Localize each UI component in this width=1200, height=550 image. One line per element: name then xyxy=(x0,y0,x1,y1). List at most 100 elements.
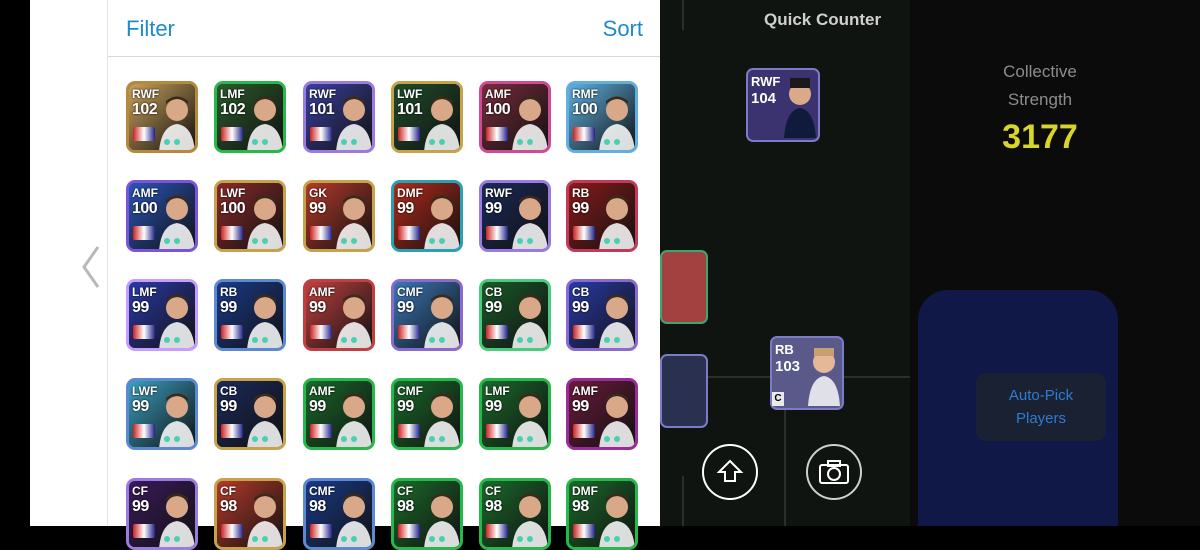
filter-button[interactable]: Filter xyxy=(126,16,175,42)
field-player-card-partial[interactable] xyxy=(660,250,708,324)
position-label: RMF xyxy=(572,87,598,101)
player-card[interactable]: CMF 98 xyxy=(303,478,375,550)
player-selection-panel: Filter Sort RWF 102 LMF 102 RWF 101 LWF 101 AMF 1… xyxy=(107,0,661,550)
rating-label: 99 xyxy=(309,398,326,415)
rating-label: 99 xyxy=(309,299,326,316)
player-card[interactable]: RWF 102 xyxy=(126,81,198,153)
player-card[interactable]: CF 98 xyxy=(214,478,286,550)
flag-badge xyxy=(573,424,595,438)
player-card[interactable]: LWF 100 xyxy=(214,180,286,252)
flag-badge xyxy=(221,424,243,438)
skill-dots-icon xyxy=(341,337,357,343)
field-player-card[interactable]: RWF 104 xyxy=(746,68,820,142)
position-label: LMF xyxy=(132,285,157,299)
flag-badge xyxy=(133,226,155,240)
chevron-left-icon[interactable] xyxy=(78,243,102,291)
position-label: CF xyxy=(485,484,501,498)
upload-button[interactable] xyxy=(702,444,758,500)
position-label: RB xyxy=(775,342,794,357)
player-card[interactable]: GK 99 xyxy=(303,180,375,252)
field-player-card-partial[interactable] xyxy=(660,354,708,428)
formation-title: Quick Counter xyxy=(764,10,882,29)
player-card[interactable]: AMF 100 xyxy=(126,180,198,252)
player-card[interactable]: CF 99 xyxy=(126,478,198,550)
player-card[interactable]: DMF 99 xyxy=(391,180,463,252)
player-card[interactable]: LMF 99 xyxy=(126,279,198,351)
player-card[interactable]: RWF 99 xyxy=(479,180,551,252)
position-label: CMF xyxy=(397,384,423,398)
flag-badge xyxy=(573,127,595,141)
flag-badge xyxy=(310,424,332,438)
camera-button[interactable] xyxy=(806,444,862,500)
rating-label: 99 xyxy=(397,200,414,217)
skill-dots-icon xyxy=(341,436,357,442)
flag-badge xyxy=(486,424,508,438)
rating-label: 98 xyxy=(485,498,502,515)
player-card[interactable]: CF 98 xyxy=(479,478,551,550)
flag-badge xyxy=(486,127,508,141)
rating-label: 99 xyxy=(132,398,149,415)
player-card[interactable]: LWF 101 xyxy=(391,81,463,153)
auto-pick-players-button[interactable]: Auto-Pick Players xyxy=(976,373,1106,441)
skill-dots-icon xyxy=(164,139,180,145)
rating-label: 100 xyxy=(572,101,598,118)
autopick-line1: Auto-Pick xyxy=(1008,387,1074,404)
player-card[interactable]: RB 99 xyxy=(566,180,638,252)
player-card[interactable]: RB 99 xyxy=(214,279,286,351)
player-card[interactable]: AMF 100 xyxy=(479,81,551,153)
rating-label: 99 xyxy=(220,299,237,316)
skill-dots-icon xyxy=(252,238,268,244)
player-card[interactable]: LWF 99 xyxy=(126,378,198,450)
skill-dots-icon xyxy=(429,238,445,244)
player-card[interactable]: AMF 99 xyxy=(303,378,375,450)
position-label: AMF xyxy=(132,186,158,200)
player-card[interactable]: AMF 99 xyxy=(303,279,375,351)
rating-label: 99 xyxy=(132,498,149,515)
collective-strength-value: 3177 xyxy=(1002,118,1078,156)
skill-dots-icon xyxy=(252,337,268,343)
position-label: LWF xyxy=(220,186,246,200)
flag-badge xyxy=(133,424,155,438)
skill-dots-icon xyxy=(164,536,180,542)
flag-badge xyxy=(221,226,243,240)
position-label: AMF xyxy=(309,285,335,299)
skill-dots-icon xyxy=(252,536,268,542)
skill-dots-icon xyxy=(604,436,620,442)
player-card[interactable]: CB 99 xyxy=(214,378,286,450)
camera-icon xyxy=(819,460,849,484)
player-card[interactable]: CMF 99 xyxy=(391,279,463,351)
position-label: CB xyxy=(485,285,503,299)
player-card[interactable]: AMF 99 xyxy=(566,378,638,450)
sort-button[interactable]: Sort xyxy=(603,16,643,42)
rating-label: 99 xyxy=(397,398,414,415)
flag-badge xyxy=(310,325,332,339)
skill-dots-icon xyxy=(164,436,180,442)
player-card[interactable]: LMF 102 xyxy=(214,81,286,153)
rating-label: 103 xyxy=(775,358,801,375)
player-card[interactable]: CF 98 xyxy=(391,478,463,550)
player-card[interactable]: CMF 99 xyxy=(391,378,463,450)
flag-badge xyxy=(133,127,155,141)
skill-dots-icon xyxy=(341,536,357,542)
position-label: DMF xyxy=(397,186,423,200)
flag-badge xyxy=(398,127,420,141)
skill-dots-icon xyxy=(164,337,180,343)
skill-dots-icon xyxy=(517,436,533,442)
rating-label: 99 xyxy=(220,398,237,415)
player-card[interactable]: DMF 98 xyxy=(566,478,638,550)
position-label: RWF xyxy=(132,87,160,101)
flag-badge xyxy=(133,325,155,339)
player-card[interactable]: RWF 101 xyxy=(303,81,375,153)
position-label: CF xyxy=(132,484,148,498)
player-card[interactable]: CB 99 xyxy=(479,279,551,351)
position-label: DMF xyxy=(572,484,598,498)
position-label: RWF xyxy=(751,74,781,89)
skill-dots-icon xyxy=(604,238,620,244)
field-line xyxy=(682,0,684,30)
position-label: AMF xyxy=(572,384,598,398)
position-label: AMF xyxy=(309,384,335,398)
player-card[interactable]: LMF 99 xyxy=(479,378,551,450)
player-card[interactable]: CB 99 xyxy=(566,279,638,351)
collective-label-line2: Strength xyxy=(1007,90,1073,109)
player-card[interactable]: RMF 100 xyxy=(566,81,638,153)
